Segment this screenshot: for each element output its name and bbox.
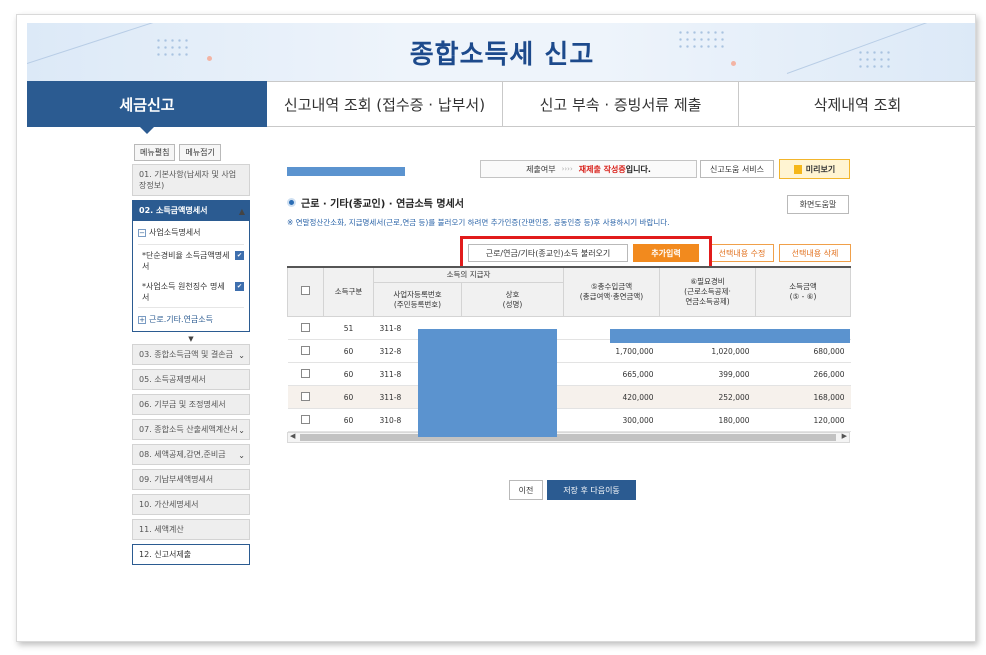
sidebar-item-tax-calculation[interactable]: 11. 세액계산 (132, 519, 250, 540)
document-icon (793, 164, 802, 174)
table-row[interactable]: 60 311-8 665,000 399,000 266,000 (287, 362, 851, 386)
tab-tax-filing[interactable]: 세금신고 (27, 81, 267, 134)
header-banner: 종합소득세 신고 (27, 23, 975, 81)
expand-icon: + (138, 315, 146, 324)
table-row[interactable]: 60 311-8 420,000 252,000 168,000 (287, 385, 851, 409)
sidebar-item-total-income[interactable]: 03. 종합소득금액 및 결손금 ⌄ (132, 344, 250, 365)
submission-status: 제출여부 ›››› 재제출 작성중입니다. (480, 160, 697, 178)
prev-button[interactable]: 이전 (509, 480, 543, 500)
edit-selected-button[interactable]: 선택내용 수정 (710, 244, 774, 262)
page-title: 종합소득세 신고 (409, 40, 595, 70)
redaction-mask (418, 329, 557, 437)
col-type: 소득구분 (323, 266, 374, 317)
checkmark-icon: ✔ (235, 251, 244, 260)
tab-deleted-history[interactable]: 삭제내역 조회 (739, 81, 975, 127)
scroll-left-icon[interactable]: ◀ (290, 432, 295, 440)
col-revenue: ⑤총수입금액 (총급여액·총연금액) (563, 266, 661, 317)
collapse-all-button[interactable]: 메뉴접기 (179, 144, 221, 161)
save-next-button[interactable]: 저장 후 다음이동 (547, 480, 636, 500)
screen-help-button[interactable]: 화면도움말 (787, 195, 849, 214)
row-checkbox[interactable] (301, 368, 310, 378)
table-row[interactable]: 60 310-8 300,000 180,000 120,000 (287, 408, 851, 432)
row-checkbox[interactable] (301, 391, 310, 401)
expand-all-button[interactable]: 메뉴펼침 (134, 144, 176, 161)
sidebar-sub-wage-other-pension[interactable]: + 근로.기타.연금소득 (138, 307, 244, 325)
redaction-mask (610, 329, 850, 343)
preview-button[interactable]: 미리보기 (779, 159, 850, 179)
sidebar-item-deductions[interactable]: 05. 소득공제명세서 (132, 369, 250, 390)
sidebar-item-prepaid-tax[interactable]: 09. 기납부세액명세서 (132, 469, 250, 490)
sidebar-sub-withholding[interactable]: *사업소득 원천징수 명세서 ✔ (138, 276, 244, 307)
redacted-bar (287, 167, 405, 176)
checkmark-icon: ✔ (235, 282, 244, 291)
sidebar-item-tax-credits[interactable]: 08. 세액공제,감면,준비금 ⌄ (132, 444, 250, 465)
main-tabs: 세금신고 신고내역 조회 (접수증 · 납부서) 신고 부속 · 증빙서류 제출… (27, 81, 975, 134)
col-payer-group: 소득의 지급자 (372, 266, 565, 283)
sidebar: 메뉴펼침 메뉴접기 01. 기본사항(납세자 및 사업장정보) 02. 소득금액… (132, 144, 250, 569)
select-all-header (287, 266, 324, 317)
sidebar-sub-simple-expense[interactable]: *단순경비율 소득금액명세서 ✔ (138, 245, 244, 276)
chevron-down-icon: ⌄ (238, 350, 245, 360)
col-income: 소득금액 (⑤ - ⑥) (755, 266, 852, 317)
chevron-down-icon: ⌄ (238, 450, 245, 460)
notice-text: ※ 연말정산간소화, 지급명세서(근로,연금 등)를 불러오기 하려면 추가인증… (287, 218, 670, 227)
tab-attachments[interactable]: 신고 부속 · 증빙서류 제출 (503, 81, 739, 127)
sidebar-sub-business-income[interactable]: − 사업소득명세서 (138, 225, 244, 245)
row-checkbox[interactable] (301, 414, 310, 424)
sidebar-item-label: 02. 소득금액명세서 (139, 206, 208, 215)
scroll-right-icon[interactable]: ▶ (842, 432, 847, 440)
income-table: 소득구분 소득의 지급자 ⑤총수입금액 (총급여액·총연금액) ⑥필요경비 (근… (287, 266, 852, 443)
delete-selected-button[interactable]: 선택내용 삭제 (779, 244, 851, 262)
sidebar-item-income-statement[interactable]: 02. 소득금액명세서 ▲ (132, 200, 250, 221)
col-expense: ⑥필요경비 (근로소득공제· 연금소득공제) (659, 266, 757, 317)
chevron-up-icon: ▲ (238, 206, 245, 216)
scrollbar-thumb[interactable] (300, 434, 836, 441)
row-checkbox[interactable] (301, 322, 310, 332)
tab-filing-history[interactable]: 신고내역 조회 (접수증 · 납부서) (267, 81, 503, 127)
col-name: 상호 (성명) (460, 282, 565, 317)
caret-down-icon: ▼ (188, 335, 194, 343)
status-bar: 제출여부 ›››› 재제출 작성중입니다. 신고도움 서비스 미리보기 (287, 158, 850, 179)
horizontal-scrollbar[interactable]: ◀ ▶ (287, 432, 850, 443)
sidebar-item-submit[interactable]: 12. 신고서제출 (132, 544, 250, 565)
select-all-checkbox[interactable] (301, 286, 310, 295)
sidebar-item-donations[interactable]: 06. 기부금 및 조정명세서 (132, 394, 250, 415)
collapse-icon: − (138, 228, 146, 237)
chevron-down-icon: ⌄ (238, 425, 245, 435)
main-panel: 제출여부 ›››› 재제출 작성중입니다. 신고도움 서비스 미리보기 근로 ·… (287, 158, 852, 500)
bullet-icon (287, 198, 296, 207)
sidebar-item-tax-calc-statement[interactable]: 07. 종합소득 산출세액계산서 ⌄ (132, 419, 250, 440)
row-checkbox[interactable] (301, 345, 310, 355)
section-title: 근로 · 기타(종교인) · 연금소득 명세서 (287, 195, 464, 210)
filing-help-service-button[interactable]: 신고도움 서비스 (700, 160, 774, 178)
sidebar-item-basic-info[interactable]: 01. 기본사항(납세자 및 사업장정보) (132, 164, 250, 196)
col-reg-no: 사업자등록번호 (주민등록번호) (373, 282, 462, 317)
sidebar-submenu: − 사업소득명세서 *단순경비율 소득금액명세서 ✔ *사업소득 원천징수 명세… (132, 221, 250, 332)
sidebar-item-penalty-tax[interactable]: 10. 가산세명세서 (132, 494, 250, 515)
